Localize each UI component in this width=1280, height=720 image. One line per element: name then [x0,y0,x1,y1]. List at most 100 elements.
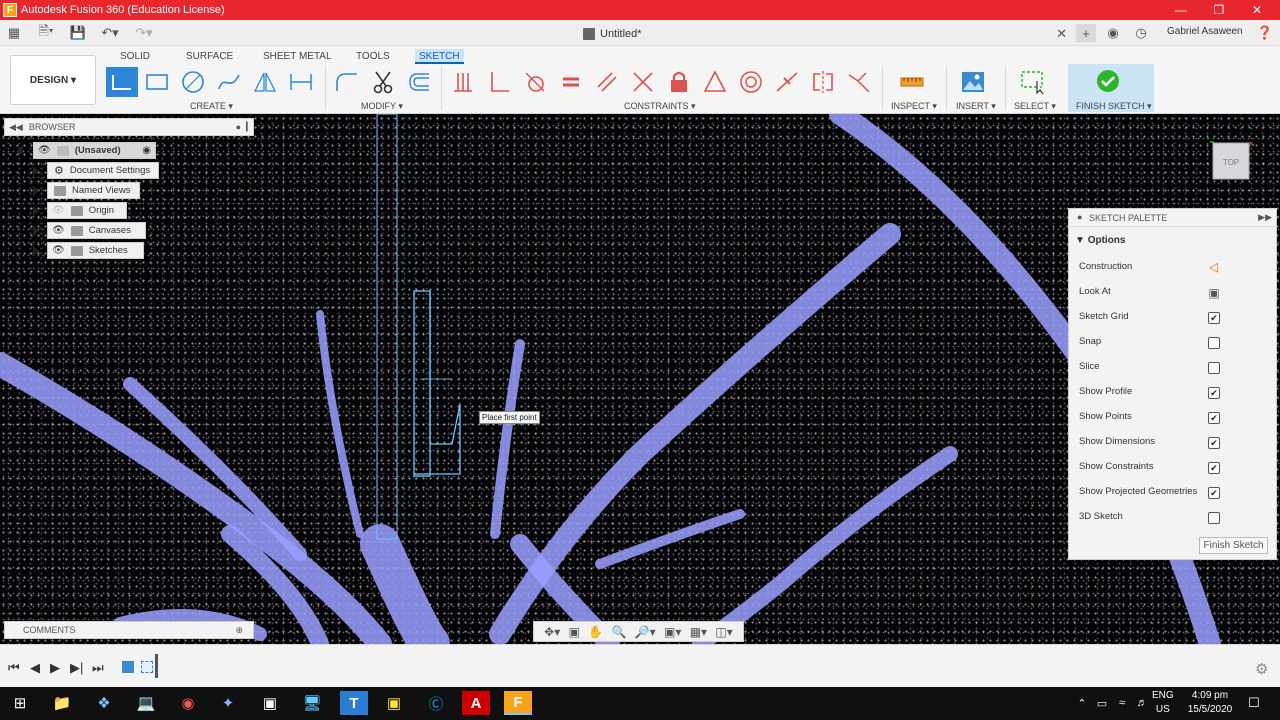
perpendicular-cross-icon[interactable] [628,68,658,96]
close-window-button[interactable]: ✕ [1234,0,1280,20]
skype-icon[interactable]: Ⓒ [422,691,450,715]
sketch-palette-header[interactable]: ● SKETCH PALETTE ▶▶ [1069,209,1276,227]
app-taskbar-icon[interactable]: ❖ [90,691,118,715]
app-taskbar-icon[interactable]: 💻 [132,691,160,715]
tab-sheet-metal[interactable]: SHEET METAL [259,49,336,64]
viewcube-widget[interactable]: TOP [1210,140,1254,184]
pan-hand-icon[interactable]: ✋ [588,625,603,639]
finish-sketch-tool[interactable]: FINISH SKETCH ▾ [1068,64,1154,112]
terminal-icon[interactable]: ▣ [256,691,284,715]
palette-option-checkbox[interactable] [1208,362,1220,374]
constraints-group-label[interactable]: CONSTRAINTS ▾ [624,101,696,112]
browser-resize-handle[interactable]: ❙ [243,121,251,132]
expand-origin-icon[interactable] [33,206,39,216]
extensions-icon[interactable]: ◉ [1104,24,1122,42]
create-group-label[interactable]: CREATE ▾ [190,101,233,112]
circle-tool-icon[interactable] [178,68,208,96]
browser-node-sketches[interactable]: 👁 Sketches [47,242,144,259]
timeline-settings-gear-icon[interactable]: ⚙ [1255,660,1268,678]
mirror-tool-icon[interactable] [250,68,280,96]
app-taskbar-icon[interactable]: ◉ [174,691,202,715]
browser-node-named-views[interactable]: Named Views [47,182,140,199]
browser-node-origin[interactable]: 👁 Origin [47,202,127,219]
step-forward-icon[interactable]: ▶| [70,660,83,676]
parallel-constraint-icon[interactable] [592,68,622,96]
browser-node-root[interactable]: 👁 (Unsaved) ◉ [33,142,156,159]
job-status-clock-icon[interactable]: ◷ [1132,24,1150,42]
palette-option-checkbox[interactable]: ✔ [1208,312,1220,324]
tab-solid[interactable]: SOLID [116,49,154,64]
palette-expand-icon[interactable]: ▶▶ [1258,212,1272,223]
expand-canvases-icon[interactable] [33,226,39,236]
palette-option-checkbox[interactable]: ✔ [1208,487,1220,499]
curvature-constraint-icon[interactable] [844,68,874,96]
go-to-end-icon[interactable]: ⏭ [92,660,104,676]
concentric-constraint-icon[interactable] [736,68,766,96]
help-icon[interactable]: ❓ [1256,24,1274,42]
tab-sketch[interactable]: SKETCH [415,49,464,64]
visibility-eye-icon[interactable]: 👁 [38,145,51,156]
fusion-360-taskbar-icon[interactable]: F [504,691,532,715]
app-taskbar-icon[interactable]: 🖥 [298,691,326,715]
windows-start-icon[interactable]: ⊞ [6,691,34,715]
expand-named-views-icon[interactable] [33,186,39,196]
close-tab-icon[interactable]: ✕ [1056,26,1067,42]
symmetry-constraint-icon[interactable] [808,68,838,96]
palette-option-checkbox[interactable] [1208,337,1220,349]
perpendicular-constraint-icon[interactable] [484,68,514,96]
line-tool-icon[interactable] [106,67,138,97]
finish-sketch-button[interactable]: Finish Sketch [1199,537,1268,554]
browser-header[interactable]: ◀◀ BROWSER ● ❙ [4,118,254,136]
word-app-icon[interactable]: T [340,691,368,715]
coincident-constraint-icon[interactable] [448,68,478,96]
comments-panel[interactable]: COMMENTS ⊕ [4,621,254,639]
tangent-constraint-icon[interactable] [520,68,550,96]
triangle-constraint-icon[interactable] [700,68,730,96]
undo-icon[interactable]: ↶▾ [96,24,124,42]
app-taskbar-icon[interactable]: ✦ [214,691,242,715]
rectangle-tool-icon[interactable] [142,68,172,96]
go-to-start-icon[interactable]: ⏮ [8,660,20,676]
document-tab[interactable]: Untitled* ✕ [575,23,1070,45]
select-group-label[interactable]: SELECT ▾ [1014,101,1056,112]
look-at-icon[interactable]: ▣ [569,625,580,639]
dimension-tool-icon[interactable] [286,68,316,96]
equal-constraint-icon[interactable] [556,68,586,96]
fit-zoom-icon[interactable]: 🔎▾ [635,625,656,639]
offset-tool-icon[interactable] [404,68,434,96]
workspace-design-button[interactable]: DESIGN ▾ [10,55,96,105]
autocad-icon[interactable]: A [462,691,490,715]
active-component-radio-icon[interactable]: ◉ [142,145,151,156]
collapse-browser-icon[interactable]: ◀◀ [9,122,23,133]
sticky-notes-icon[interactable]: ▣ [380,691,408,715]
palette-option-checkbox[interactable]: ✔ [1208,462,1220,474]
insert-group-label[interactable]: INSERT ▾ [956,101,996,112]
measure-ruler-icon[interactable] [897,68,927,96]
new-tab-plus-icon[interactable]: + [1076,24,1096,42]
expand-sketches-icon[interactable] [33,246,39,256]
visibility-eye-icon[interactable]: 👁 [52,225,65,236]
sketch-timeline-feature-icon[interactable] [141,661,153,673]
save-icon[interactable]: 💾 [68,24,88,42]
notifications-icon[interactable]: ☐ [1240,691,1268,715]
palette-close-icon[interactable]: ● [1077,212,1082,222]
palette-option-checkbox[interactable]: ✔ [1208,437,1220,449]
data-panel-grid-icon[interactable]: ▦ [4,24,24,42]
timeline-marker[interactable] [155,654,158,678]
comments-add-icon[interactable]: ⊕ [235,625,243,636]
tab-tools[interactable]: TOOLS [352,49,394,64]
play-icon[interactable]: ▶ [50,660,60,676]
zoom-icon[interactable]: 🔍 [611,625,626,639]
fix-lock-icon[interactable] [664,68,694,96]
look-at-icon[interactable]: ▣ [1208,286,1220,300]
user-name[interactable]: Gabriel Asaween [1167,26,1243,37]
midpoint-constraint-icon[interactable] [772,68,802,96]
spline-tool-icon[interactable] [214,68,244,96]
inspect-group-label[interactable]: INSPECT ▾ [891,101,937,112]
expand-document-settings-icon[interactable] [33,166,39,176]
construction-icon[interactable]: ⨞ [1208,261,1220,275]
step-back-icon[interactable]: ◀ [30,660,40,676]
palette-option-checkbox[interactable]: ✔ [1208,412,1220,424]
redo-icon[interactable]: ↷▾ [130,24,158,42]
file-explorer-icon[interactable]: 📁 [48,691,76,715]
